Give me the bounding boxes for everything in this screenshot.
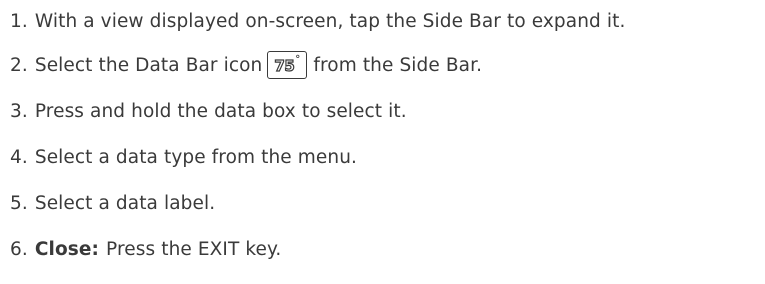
- step-3: 3. Press and hold the data box to select…: [10, 88, 762, 134]
- step-text-after-icon: from the Side Bar.: [313, 54, 483, 76]
- step-number: 5.: [10, 192, 28, 214]
- data-bar-icon-value: 75: [274, 56, 296, 75]
- step-5: 5. Select a data label.: [10, 180, 762, 226]
- step-text: Select a data type from the menu.: [34, 146, 357, 168]
- step-2: 2. Select the Data Bar icon 75 ° from the…: [10, 42, 762, 88]
- step-number: 1.: [10, 10, 28, 32]
- step-number: 3.: [10, 100, 28, 122]
- data-bar-icon-degree: °: [295, 53, 301, 65]
- step-text: Select a data label.: [34, 192, 216, 214]
- instruction-steps: 1. With a view displayed on-screen, tap …: [10, 0, 762, 272]
- data-bar-icon: 75 °: [267, 51, 308, 79]
- step-number: 2.: [10, 54, 28, 76]
- step-bold-label: Close:: [34, 238, 100, 260]
- step-text-before-icon: Select the Data Bar icon: [34, 54, 263, 76]
- step-1: 1. With a view displayed on-screen, tap …: [10, 0, 762, 42]
- step-text: Press the EXIT key.: [106, 238, 282, 260]
- step-number: 4.: [10, 146, 28, 168]
- step-text: Press and hold the data box to select it…: [34, 100, 407, 122]
- step-4: 4. Select a data type from the menu.: [10, 134, 762, 180]
- step-number: 6.: [10, 238, 28, 260]
- step-text: With a view displayed on-screen, tap the…: [34, 10, 626, 32]
- step-6: 6. Close: Press the EXIT key.: [10, 226, 762, 272]
